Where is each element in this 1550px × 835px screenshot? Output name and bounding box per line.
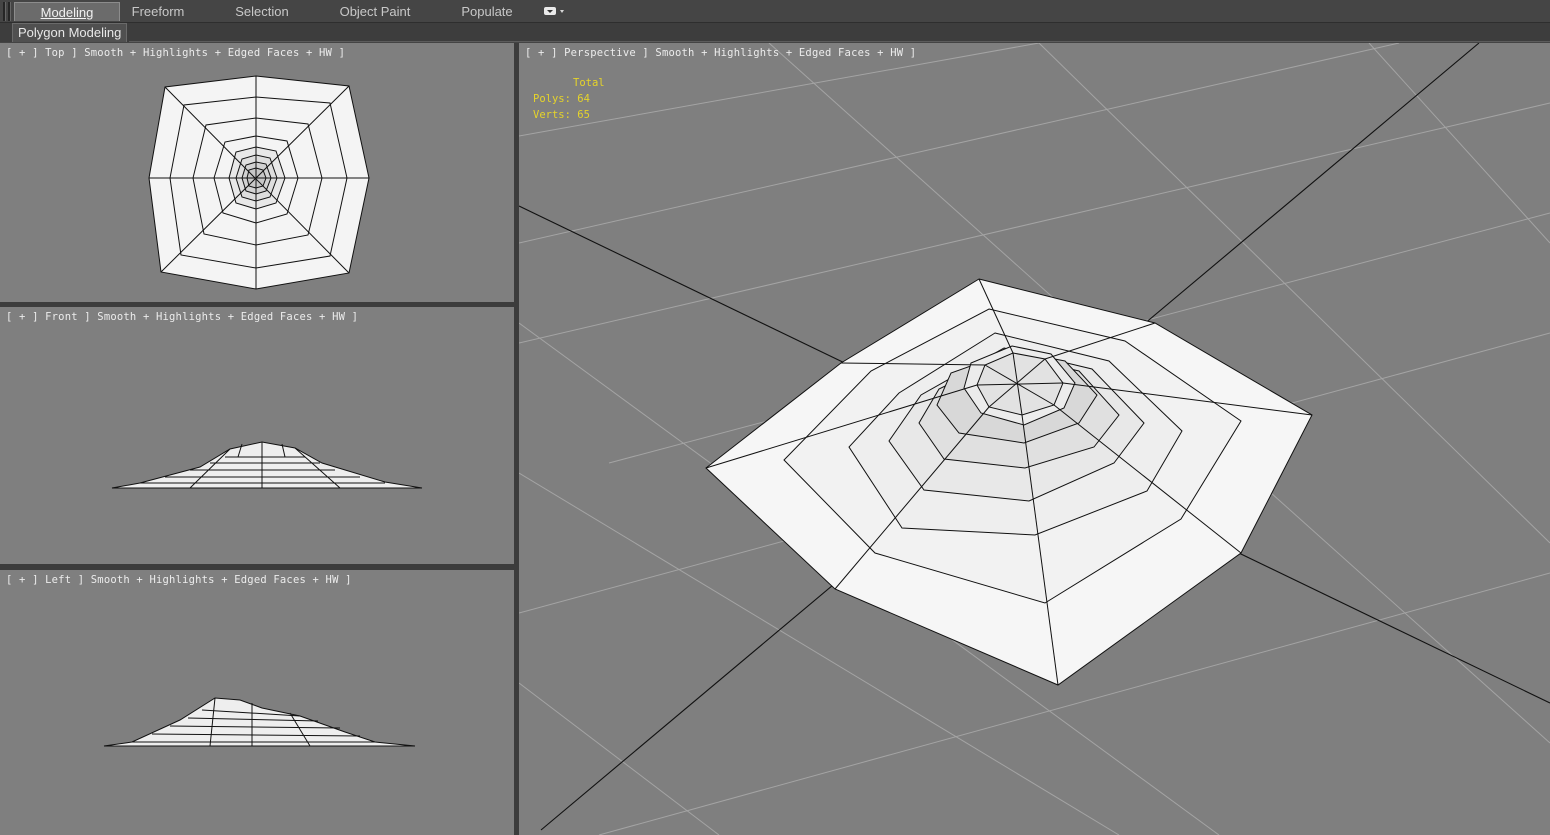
tab-freeform[interactable]: Freeform — [116, 2, 200, 21]
tab-populate[interactable]: Populate — [452, 2, 522, 21]
viewport-left[interactable]: [ + ] Left ] Smooth + Highlights + Edged… — [0, 570, 514, 835]
panel-title-polygon-modeling[interactable]: Polygon Modeling — [12, 23, 128, 42]
viewport-label-front[interactable]: [ + ] Front ] Smooth + Highlights + Edge… — [6, 311, 358, 323]
tab-object-paint[interactable]: Object Paint — [330, 2, 420, 21]
ribbon-tab-bar: Modeling Freeform Selection Object Paint… — [0, 0, 1550, 23]
viewport-splitter-horizontal-2[interactable] — [0, 564, 514, 570]
viewport-front[interactable]: [ + ] Front ] Smooth + Highlights + Edge… — [0, 307, 514, 564]
statistics-overlay: Total Polys: 64 Verts: 65 — [533, 75, 605, 123]
stats-verts: Verts: 65 — [533, 109, 590, 121]
viewport-top[interactable]: [ + ] Top ] Smooth + Highlights + Edged … — [0, 43, 514, 302]
stats-header: Total — [573, 77, 605, 89]
viewport-label-left[interactable]: [ + ] Left ] Smooth + Highlights + Edged… — [6, 574, 352, 586]
tab-modeling[interactable]: Modeling — [14, 2, 120, 21]
panel-divider — [129, 23, 1550, 42]
front-view-mesh — [111, 441, 423, 489]
viewport-label-top[interactable]: [ + ] Top ] Smooth + Highlights + Edged … — [6, 47, 345, 59]
ribbon-options-dropdown[interactable] — [543, 5, 567, 18]
viewport-label-perspective[interactable]: [ + ] Perspective ] Smooth + Highlights … — [525, 47, 916, 59]
display-dropdown-icon — [544, 7, 564, 15]
toolbar-grip[interactable] — [3, 2, 6, 21]
perspective-view-mesh — [519, 43, 1550, 835]
stats-polys: Polys: 64 — [533, 93, 590, 105]
top-view-mesh — [148, 75, 370, 290]
left-view-mesh — [103, 697, 416, 747]
ribbon-panel: Polygon Modeling — [0, 23, 1550, 42]
toolbar-grip-2[interactable] — [8, 2, 11, 21]
viewport-perspective[interactable]: [ + ] Perspective ] Smooth + Highlights … — [519, 43, 1550, 835]
viewport-splitter-horizontal-1[interactable] — [0, 302, 514, 307]
tab-selection[interactable]: Selection — [222, 2, 302, 21]
viewport-splitter-vertical[interactable] — [514, 43, 519, 835]
